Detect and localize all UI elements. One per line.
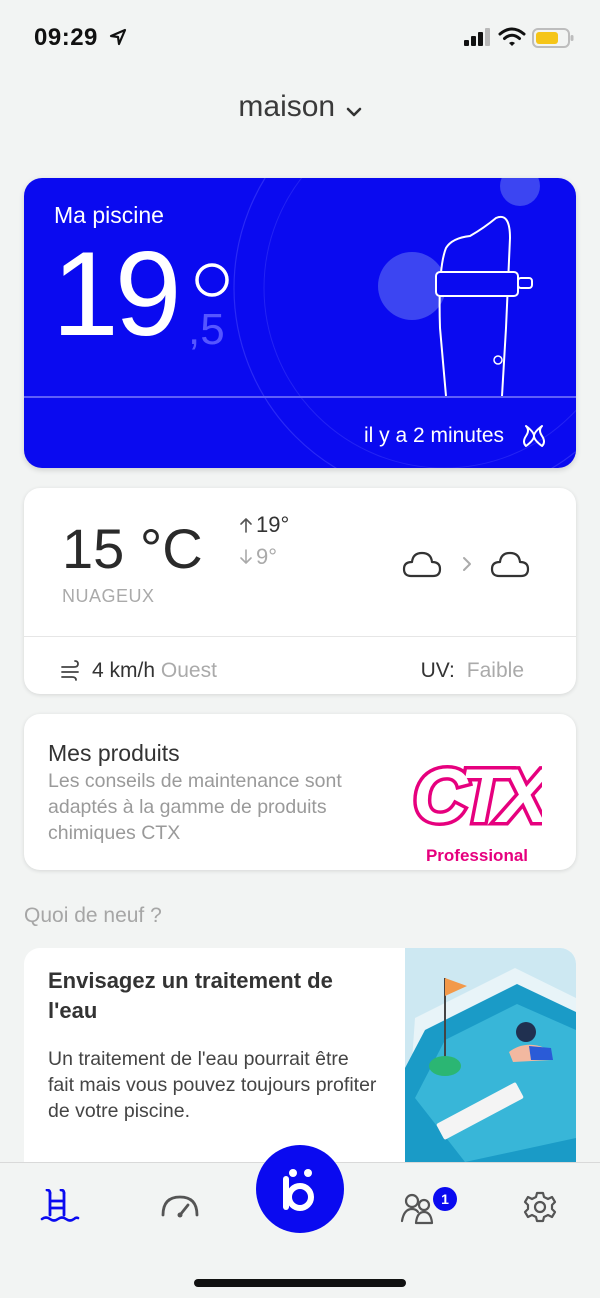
pool-temperature-decimal: ,5 [188, 305, 225, 354]
cloud-icon [402, 551, 442, 578]
pool-illustration [405, 948, 576, 1162]
chevron-down-icon [346, 107, 361, 117]
weather-card[interactable]: 15 °C 19° 9° NUAGEUX 4 km/h Ouest UV: Fai… [24, 488, 576, 694]
brand-name-fill: CTX [413, 754, 542, 839]
arrow-up-icon [240, 518, 252, 533]
pool-title: Ma piscine [54, 202, 164, 228]
home-indicator [194, 1279, 406, 1287]
weather-temperature: 15 °C [62, 517, 203, 580]
sensor-status-icon [523, 425, 545, 447]
location-arrow-icon [109, 28, 127, 46]
tab-bar: 1 [0, 1145, 600, 1298]
products-description: Les conseils de maintenance sont adaptés… [48, 770, 342, 844]
status-time: 09:29 [34, 24, 98, 51]
brand-subtitle: Professional [425, 846, 529, 865]
weather-condition: NUAGEUX [62, 586, 155, 606]
wind-speed: 4 km/h [92, 659, 156, 682]
main-action-button[interactable] [256, 1145, 344, 1233]
uv-label: UV: [420, 659, 455, 682]
signal-icon [464, 28, 490, 46]
degree-symbol [195, 263, 229, 297]
products-card[interactable]: Mes produits Les conseils de maintenance… [24, 714, 576, 870]
tab-settings-gear-icon[interactable] [520, 1189, 560, 1225]
weather-min: 9° [238, 544, 277, 570]
wind-icon [61, 660, 79, 681]
ctx-logo-icon: CTX CTX [410, 751, 565, 843]
arrow-down-icon [240, 549, 252, 564]
weather-wind: 4 km/h Ouest [92, 659, 217, 683]
pool-divider [24, 396, 576, 398]
pool-sensor-device-icon [435, 216, 533, 397]
weather-divider [24, 636, 576, 637]
news-heading: Quoi de neuf ? [24, 904, 162, 927]
news-title: Envisagez un traitement de l'eau [48, 968, 333, 1023]
weather-max-value: 19° [256, 512, 290, 537]
weather-max: 19° [238, 512, 289, 538]
news-body: Un traitement de l'eau pourrait être fai… [48, 1048, 377, 1122]
weather-min-value: 9° [256, 544, 278, 569]
community-badge: 1 [433, 1187, 457, 1211]
chevron-right-icon [463, 557, 471, 571]
battery-icon [532, 28, 574, 48]
cloud-forecast-icon [490, 551, 530, 578]
uv-value: Faible [466, 659, 524, 682]
weather-uv: UV: Faible [421, 659, 524, 683]
tab-pool-icon[interactable] [40, 1189, 80, 1225]
tab-dashboard-icon[interactable] [160, 1189, 200, 1225]
pool-card[interactable]: Ma piscine 19 ,5 il y a 2 minutes [24, 178, 576, 468]
brand-logo: CTX CTX Professional [410, 740, 565, 866]
news-card[interactable]: Envisagez un traitement de l'eau Un trai… [24, 948, 576, 1162]
brand-b-icon [283, 1169, 314, 1211]
location-label: maison [238, 90, 336, 123]
location-selector[interactable]: maison [0, 90, 600, 124]
pool-last-updated: il y a 2 minutes [363, 424, 504, 447]
wifi-icon [498, 27, 526, 46]
wind-direction: Ouest [160, 659, 217, 682]
products-title: Mes produits [48, 740, 180, 766]
pool-temperature: 19 [52, 227, 181, 361]
status-bar: 09:29 [0, 0, 600, 70]
